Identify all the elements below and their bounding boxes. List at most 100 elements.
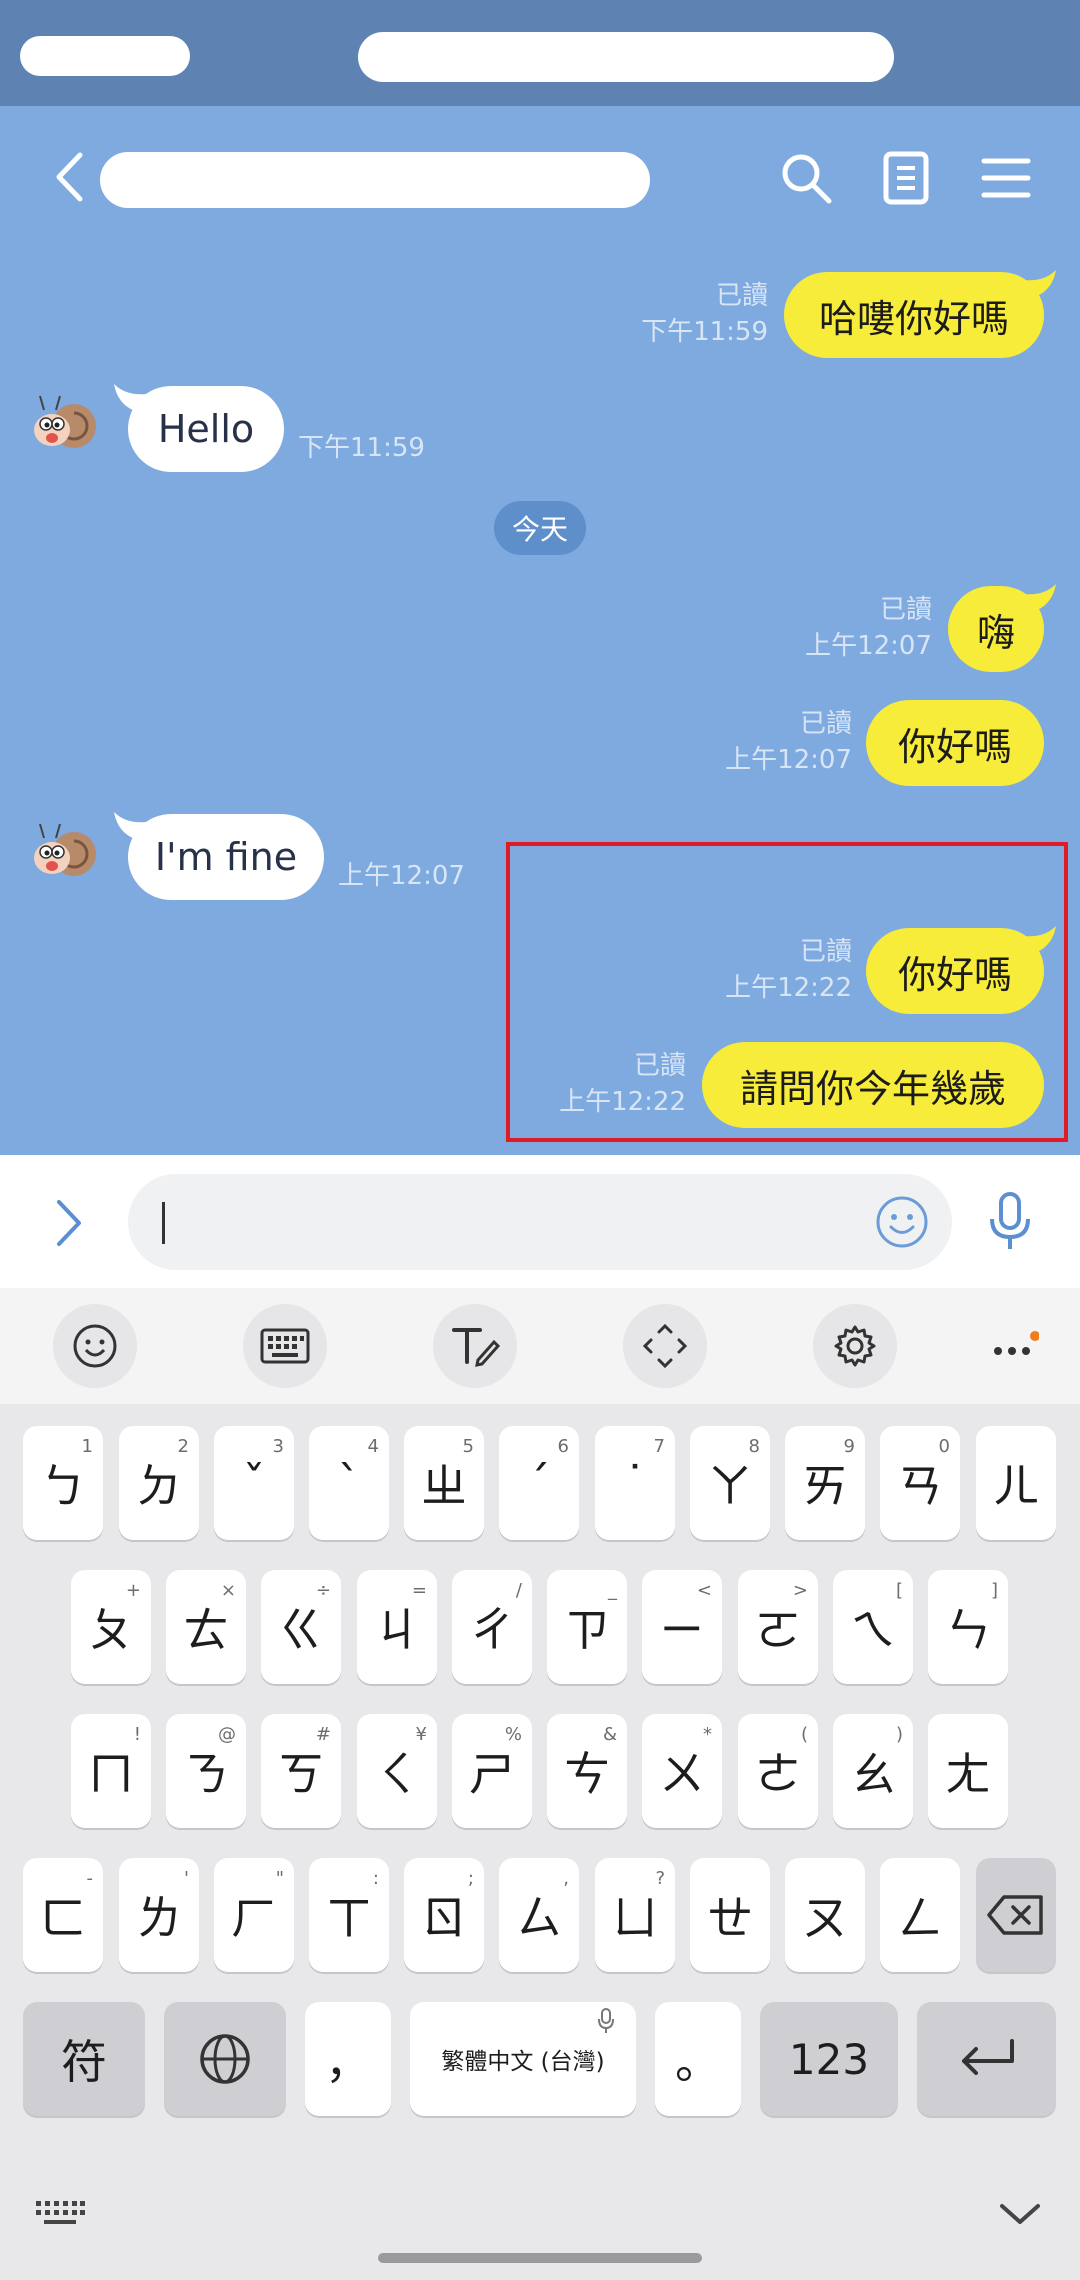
cursor-move-button[interactable]	[623, 1304, 707, 1388]
settings-button[interactable]	[813, 1304, 897, 1388]
key[interactable]: ˋ4	[309, 1426, 389, 1540]
smiley-icon	[73, 1324, 117, 1368]
message-time: 下午11:59	[298, 433, 425, 463]
key[interactable]: ㄛ >	[738, 1570, 818, 1684]
message-input[interactable]	[128, 1174, 952, 1270]
message-time: 上午12:07	[338, 861, 465, 891]
key[interactable]: ㄕ%	[452, 1714, 532, 1828]
emoji-panel-button[interactable]	[53, 1304, 137, 1388]
enter-key[interactable]	[917, 2002, 1056, 2116]
avatar[interactable]	[30, 386, 100, 456]
gear-icon	[834, 1325, 876, 1367]
home-indicator[interactable]	[378, 2253, 702, 2263]
expand-button[interactable]	[44, 1193, 94, 1253]
key[interactable]: ˇ3	[214, 1426, 294, 1540]
their-message-bubble[interactable]: I'm fine	[128, 814, 324, 900]
message-time: 上午12:07	[805, 631, 932, 661]
key[interactable]: ㄌ '	[119, 1858, 199, 1972]
snail-avatar-icon	[34, 395, 96, 448]
emoji-button[interactable]	[872, 1192, 932, 1252]
more-options-button[interactable]	[984, 1316, 1044, 1376]
bubble-tail	[1024, 584, 1056, 612]
key[interactable]: ㄓ5	[404, 1426, 484, 1540]
avatar[interactable]	[30, 814, 100, 884]
key[interactable]: ㄟ[	[833, 1570, 913, 1684]
back-button[interactable]	[44, 144, 94, 210]
key[interactable]: ㄢ0	[880, 1426, 960, 1540]
key[interactable]: ㄉ2	[119, 1426, 199, 1540]
read-receipt: 已讀	[715, 281, 768, 311]
key[interactable]: ㄊ ×	[166, 1570, 246, 1684]
menu-button[interactable]	[974, 146, 1038, 210]
my-message-bubble[interactable]: 哈嘍你好嗎	[784, 272, 1044, 358]
move-arrows-icon	[642, 1323, 688, 1369]
their-message-bubble[interactable]: Hello	[128, 386, 284, 472]
symbols-key[interactable]: 符	[23, 2002, 145, 2116]
key[interactable]: ㄑ ¥	[357, 1714, 437, 1828]
backspace-icon	[987, 1895, 1043, 1935]
key[interactable]: ㄇ!	[71, 1714, 151, 1828]
smiley-icon	[876, 1196, 928, 1248]
key[interactable]: ㄨ *	[642, 1714, 722, 1828]
key[interactable]: ㄞ9	[785, 1426, 865, 1540]
key[interactable]: ㄋ @	[166, 1714, 246, 1828]
key[interactable]: ㄧ <	[642, 1570, 722, 1684]
language-key[interactable]	[164, 2002, 286, 2116]
keyboard: ㄅ1 ㄉ2 ˇ3 ˋ4 ㄓ5 ˊ6 ˙ 7 ㄚ8 ㄞ9 ㄢ0 ㄦ ㄆ + ㄊ × ㄍ ÷…	[0, 1404, 1080, 2280]
key[interactable]: ㄆ +	[71, 1570, 151, 1684]
key[interactable]: ㄒ:	[309, 1858, 389, 1972]
key[interactable]: ㄘ &	[547, 1714, 627, 1828]
keyboard-switch-button[interactable]	[30, 2194, 90, 2234]
key[interactable]: ㄍ ÷	[261, 1570, 341, 1684]
key[interactable]: ㄗ _	[547, 1570, 627, 1684]
key[interactable]: ㄙ,	[499, 1858, 579, 1972]
comma-key[interactable]: ，	[305, 2002, 391, 2116]
numbers-key[interactable]: 123	[760, 2002, 898, 2116]
read-receipt: 已讀	[799, 709, 852, 739]
message-time: 上午12:07	[725, 745, 852, 775]
chevron-down-icon	[1000, 2204, 1040, 2224]
key[interactable]: ㄈ-	[23, 1858, 103, 1972]
handwriting-button[interactable]	[433, 1304, 517, 1388]
key[interactable]: ㄥ	[880, 1858, 960, 1972]
text-caret	[162, 1202, 165, 1244]
message-meta: 已讀 上午12:07	[725, 706, 852, 778]
key[interactable]: ㄤ	[928, 1714, 1008, 1828]
redacted-chat-title	[100, 152, 650, 208]
key[interactable]: ˊ6	[499, 1426, 579, 1540]
notes-button[interactable]	[874, 146, 938, 210]
message-input-bar	[0, 1155, 1080, 1288]
message-time: 下午11:59	[641, 317, 768, 347]
period-key[interactable]: 。	[655, 2002, 741, 2116]
key[interactable]: ˙ 7	[595, 1426, 675, 1540]
search-icon	[782, 154, 832, 204]
search-button[interactable]	[774, 146, 838, 210]
key[interactable]: ㄠ)	[833, 1714, 913, 1828]
chat-header	[0, 106, 1080, 248]
key[interactable]: ㄜ(	[738, 1714, 818, 1828]
chevron-right-icon	[57, 1200, 81, 1246]
key[interactable]: ㄖ;	[404, 1858, 484, 1972]
microphone-icon	[598, 2008, 614, 2033]
backspace-key[interactable]	[976, 1858, 1056, 1972]
handwriting-icon	[452, 1328, 500, 1367]
key[interactable]: ㄚ8	[690, 1426, 770, 1540]
key[interactable]: ㄏ "	[214, 1858, 294, 1972]
key[interactable]: ㄩ?	[595, 1858, 675, 1972]
key[interactable]: ㄎ #	[261, 1714, 341, 1828]
space-key[interactable]: 繁體中文 (台灣)	[410, 2002, 636, 2116]
my-message-bubble[interactable]: 你好嗎	[866, 700, 1044, 786]
key[interactable]: ㄡ	[785, 1858, 865, 1972]
key[interactable]: ㄐ =	[357, 1570, 437, 1684]
key[interactable]: ㄣ]	[928, 1570, 1008, 1684]
bubble-tail	[1024, 270, 1056, 298]
keyboard-toolbar	[0, 1288, 1080, 1404]
voice-button[interactable]	[980, 1189, 1040, 1255]
key[interactable]: ㄝ	[690, 1858, 770, 1972]
message-meta: 已讀 下午11:59	[641, 278, 768, 350]
key[interactable]: ㄅ1	[23, 1426, 103, 1540]
key[interactable]: ㄔ /	[452, 1570, 532, 1684]
key[interactable]: ㄦ	[976, 1426, 1056, 1540]
keyboard-mode-button[interactable]	[243, 1304, 327, 1388]
hide-keyboard-button[interactable]	[990, 2194, 1050, 2234]
